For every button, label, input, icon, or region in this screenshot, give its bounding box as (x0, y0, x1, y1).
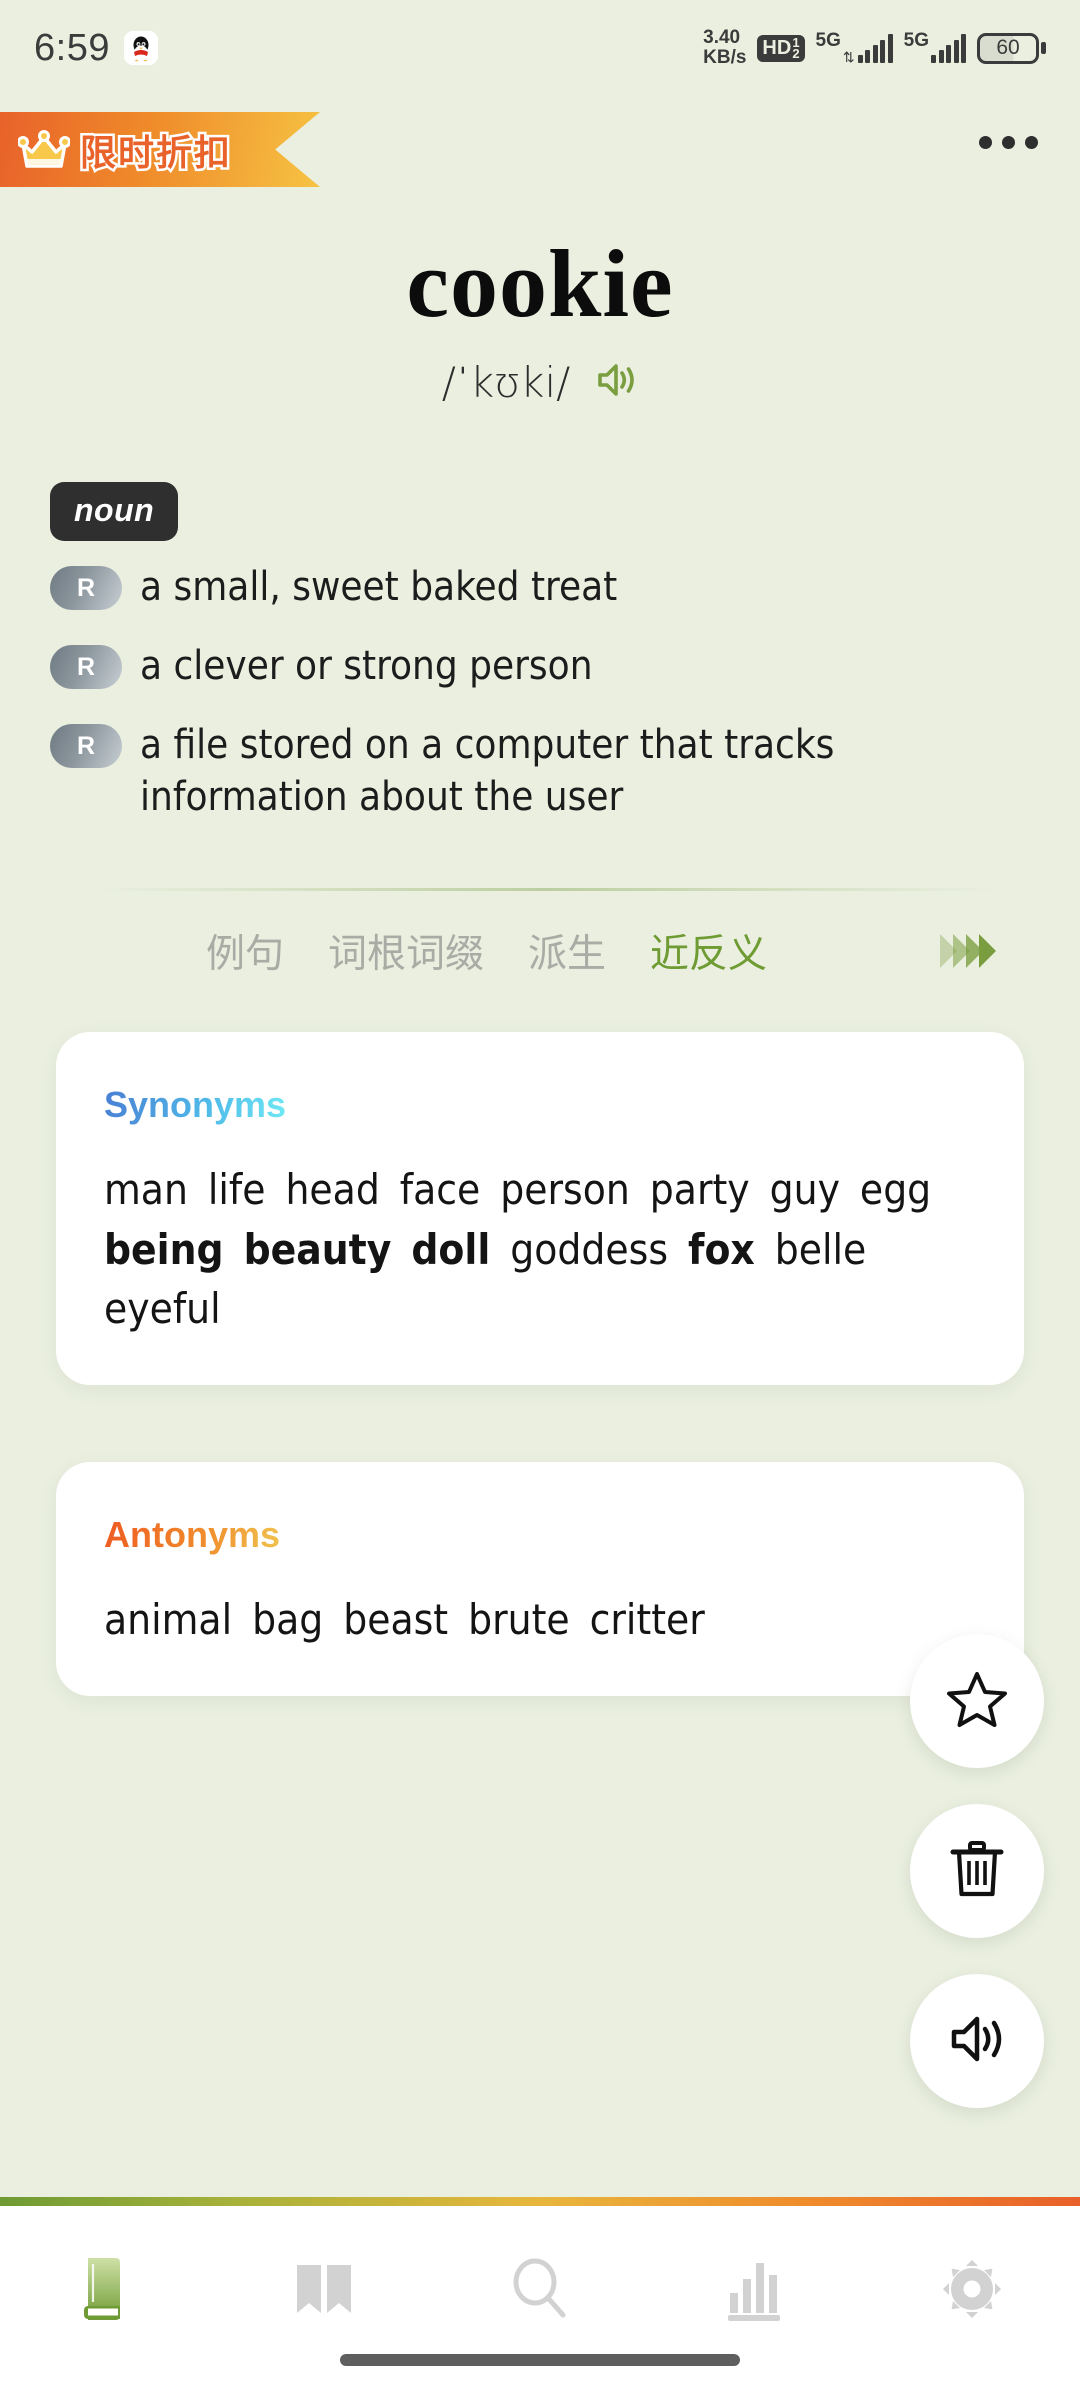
signal-bars-1 (857, 33, 893, 63)
nav-settings[interactable] (897, 2236, 1047, 2346)
definition-item[interactable]: R a file stored on a computer that track… (50, 720, 1030, 822)
delete-button[interactable] (910, 1804, 1044, 1938)
network-speed-value: 3.40 (703, 27, 741, 48)
accent-gradient-bar (0, 2197, 1080, 2206)
hd-sim-numbers: 1 2 (792, 34, 800, 61)
status-bar-left: 6:59 (34, 27, 158, 70)
data-transfer-icon: ⇅ (842, 49, 855, 65)
definition-item[interactable]: R a clever or strong person (50, 641, 1030, 692)
tab-synonyms-antonyms[interactable]: 近反义 (650, 923, 767, 979)
nav-statistics[interactable] (681, 2236, 831, 2346)
battery-level: 60 (977, 32, 1039, 64)
definition-text: a clever or strong person (140, 643, 593, 690)
chevrons-right-icon[interactable] (940, 934, 996, 968)
network-speed-unit: KB/s (703, 47, 747, 68)
hd-voice-icon: HD 1 2 (757, 34, 805, 62)
promo-ribbon[interactable]: 限时折扣 (0, 112, 320, 187)
pronounce-button[interactable] (910, 1974, 1044, 2108)
nav-read[interactable] (249, 2236, 399, 2346)
definition-text: a file stored on a computer that tracks … (140, 722, 835, 820)
phonetic-row: /ˈkʊki/ (0, 358, 1080, 407)
status-clock: 6:59 (34, 26, 110, 69)
promo-label: 限时折扣 (77, 129, 233, 175)
signal-sim1: 5G ⇅ (815, 30, 893, 65)
tab-list: 例句 词根词缀 派生 近反义 (206, 923, 767, 979)
definition-item[interactable]: R a small, sweet baked treat (50, 562, 1030, 613)
sim1-network-label: 5G (815, 30, 841, 51)
battery-indicator: 60 (977, 32, 1046, 64)
gear-icon (940, 2257, 1004, 2326)
part-of-speech-badge: noun (50, 482, 179, 541)
status-bar: 6:59 3.40 KB/s HD 1 2 5G ⇅ 5G 60 (0, 0, 1080, 96)
network-speed-indicator: 3.40 KB/s (703, 28, 746, 68)
antonyms-card: Antonyms animal bag beast brute critter (56, 1462, 1024, 1696)
speaker-icon[interactable] (594, 360, 638, 405)
tab-example-sentences[interactable]: 例句 (206, 923, 284, 979)
section-divider (96, 888, 996, 891)
synonyms-card: Synonyms man life head face person party… (56, 1032, 1024, 1385)
signal-bars-2 (931, 33, 966, 63)
antonyms-word-list[interactable]: animal bag beast brute critter (104, 1590, 976, 1650)
signal-sim2: 5G (903, 30, 966, 63)
recite-badge[interactable]: R (50, 566, 122, 610)
tab-bar: 例句 词根词缀 派生 近反义 (96, 905, 996, 997)
tab-roots-affixes[interactable]: 词根词缀 (328, 923, 484, 979)
qq-penguin-icon (123, 31, 158, 65)
home-indicator[interactable] (340, 2354, 740, 2366)
star-icon (945, 1667, 1009, 1736)
definition-text: a small, sweet baked treat (140, 564, 618, 610)
definition-list: R a small, sweet baked treat R a clever … (50, 562, 1030, 851)
app-screen: 6:59 3.40 KB/s HD 1 2 5G ⇅ 5G 60 限时折扣 co… (0, 0, 1080, 2400)
sim2-network-label: 5G (903, 30, 929, 51)
book-icon (80, 2254, 136, 2329)
synonyms-title: Synonyms (104, 1084, 287, 1125)
recite-badge[interactable]: R (50, 645, 122, 690)
phonetic-text: /ˈkʊki/ (441, 358, 571, 407)
tab-derivatives[interactable]: 派生 (528, 923, 606, 979)
bar-chart-icon (724, 2257, 788, 2326)
nav-search[interactable] (465, 2236, 615, 2346)
bottom-navigation (0, 2206, 1080, 2400)
page-title: cookie (406, 230, 674, 337)
more-options-icon[interactable] (979, 136, 1038, 149)
status-bar-right: 3.40 KB/s HD 1 2 5G ⇅ 5G 60 (703, 28, 1046, 68)
recite-badge[interactable]: R (50, 724, 122, 769)
trash-icon (947, 1838, 1007, 1905)
open-book-icon (293, 2257, 355, 2326)
battery-tip (1041, 42, 1046, 54)
favorite-button[interactable] (910, 1634, 1044, 1768)
crown-icon (17, 128, 71, 172)
hd-label: HD (762, 36, 792, 59)
search-icon (508, 2257, 572, 2326)
speaker-icon (946, 2011, 1008, 2072)
synonyms-word-list[interactable]: man life head face person party guy egg … (104, 1160, 976, 1339)
antonyms-title: Antonyms (104, 1514, 281, 1555)
nav-dictionary[interactable] (33, 2236, 183, 2346)
